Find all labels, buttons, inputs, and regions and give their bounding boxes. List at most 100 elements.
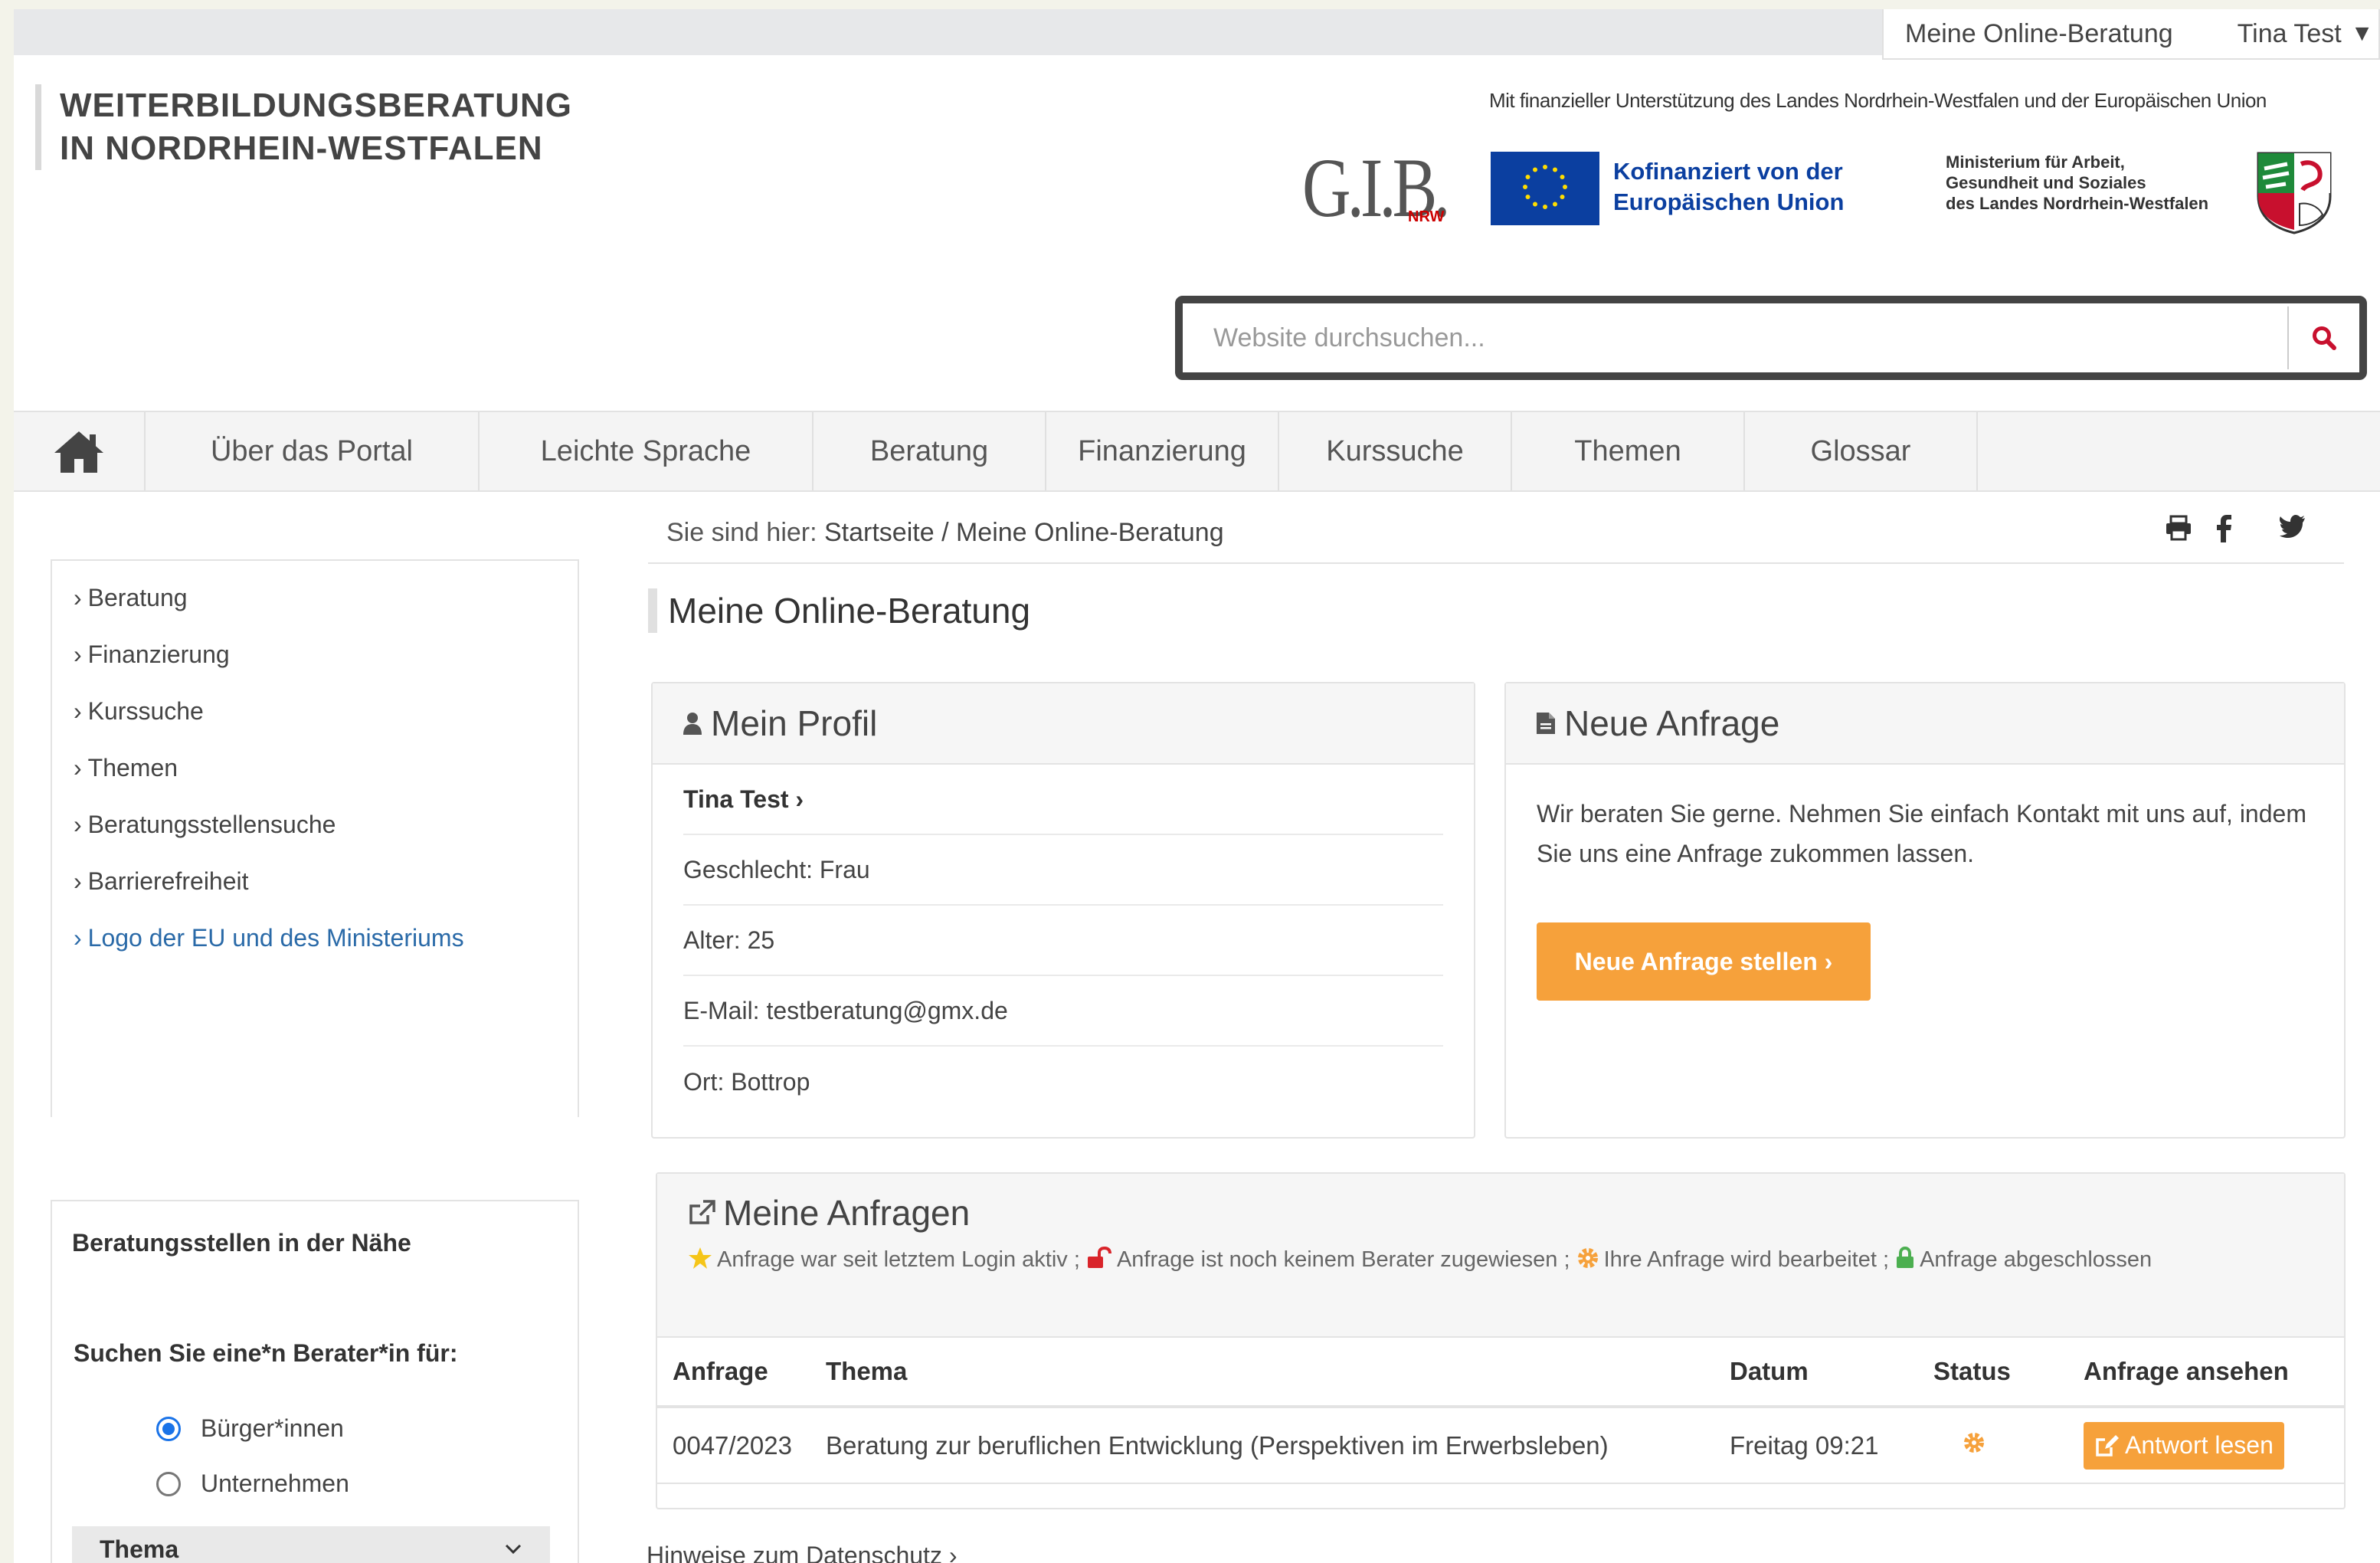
star-icon (689, 1247, 712, 1269)
site-search (1175, 296, 2367, 380)
site-logo-line2: IN NORDRHEIN-WESTFALEN (60, 129, 543, 167)
profile-email: E-Mail: testberatung@gmx.de (683, 976, 1443, 1047)
breadcrumb: Sie sind hier: Startseite / Meine Online… (666, 518, 1224, 548)
print-icon (2166, 515, 2191, 541)
nav-easy-language[interactable]: Leichte Sprache (480, 412, 814, 490)
new-request-text: Wir beraten Sie gerne. Nehmen Sie einfac… (1537, 800, 2306, 867)
nav-consulting[interactable]: Beratung (814, 412, 1046, 490)
external-link-icon (689, 1200, 715, 1224)
sidebar-item-eu-logo[interactable]: › Logo der EU und des Ministeriums (74, 924, 464, 952)
radio-companies-label: Unternehmen (201, 1470, 349, 1497)
sidebar-item-financing[interactable]: › Finanzierung (74, 641, 230, 669)
profile-city: Ort: Bottrop (683, 1067, 810, 1096)
new-request-card-header: Neue Anfrage (1506, 683, 2344, 765)
profile-name-link[interactable]: Tina Test › (683, 765, 1443, 835)
legend-star-text: Anfrage war seit letztem Login aktiv ; (717, 1247, 1080, 1272)
sidebar-item-counseling-center-search[interactable]: › Beratungsstellensuche (74, 811, 336, 839)
nav-about-portal[interactable]: Über das Portal (146, 412, 480, 490)
nav-course-search[interactable]: Kurssuche (1279, 412, 1512, 490)
column-view: Anfrage ansehen (2084, 1338, 2344, 1408)
profile-card-title: Mein Profil (711, 703, 878, 743)
sidebar-item-accessibility[interactable]: › Barrierefreiheit (74, 867, 249, 896)
topic-select-label: Thema (100, 1535, 179, 1563)
eu-cofinanced-text: Kofinanziert von der Europäischen Union (1613, 156, 1844, 218)
nav-financing[interactable]: Finanzierung (1046, 412, 1279, 490)
my-online-consulting-link[interactable]: Meine Online-Beratung (1905, 19, 2173, 49)
my-requests-header: Meine Anfragen Anfrage war seit letztem … (657, 1174, 2344, 1338)
profile-card: Mein Profil Tina Test › Geschlecht: Frau… (651, 682, 1475, 1139)
chevron-down-icon (505, 1544, 522, 1555)
gear-icon (1964, 1432, 1984, 1453)
legend-unlock-text: Anfrage ist noch keinem Berater zugewies… (1116, 1247, 1570, 1272)
read-answer-label: Antwort lesen (2125, 1431, 2274, 1459)
nearby-centers-title: Beratungsstellen in der Nähe (72, 1229, 411, 1257)
ministry-line3: des Landes Nordrhein-Westfalen (1946, 194, 2209, 213)
request-topic: Beratung zur beruflichen Entwicklung (Pe… (826, 1407, 1730, 1484)
print-button[interactable] (2165, 515, 2192, 545)
main-nav: Über das Portal Leichte Sprache Beratung… (14, 411, 2380, 492)
radio-companies-dot[interactable] (156, 1471, 181, 1496)
new-request-card-title: Neue Anfrage (1564, 703, 1780, 743)
unlock-icon (1087, 1247, 1111, 1268)
nearby-centers-subtitle: Suchen Sie eine*n Berater*in für: (74, 1339, 458, 1367)
funding-note: Mit finanzieller Unterstützung des Lande… (1489, 89, 2267, 112)
gear-icon (1577, 1248, 1598, 1268)
gib-logo-suffix: NRW (1408, 208, 1445, 225)
page-title: Meine Online-Beratung (648, 588, 1030, 633)
facebook-icon (2217, 515, 2231, 542)
site-logo[interactable]: WEITERBILDUNGSBERATUNG IN NORDRHEIN-WEST… (35, 84, 572, 170)
requests-table: Anfrage Thema Datum Status Anfrage anseh… (657, 1338, 2344, 1484)
eu-text-line2: Europäischen Union (1613, 188, 1845, 215)
profile-gender: Geschlecht: Frau (683, 835, 1443, 906)
legend-gear-text: Ihre Anfrage wird bearbeitet ; (1603, 1247, 1890, 1272)
sidebar-item-course-search[interactable]: › Kurssuche (74, 697, 204, 726)
radio-citizens-dot[interactable] (156, 1416, 181, 1441)
ministry-line2: Gesundheit und Soziales (1946, 173, 2146, 192)
user-icon (683, 713, 702, 735)
column-status: Status (1933, 1338, 2084, 1408)
new-request-card: Neue Anfrage Wir beraten Sie gerne. Nehm… (1504, 682, 2346, 1139)
radio-citizens-label: Bürger*innen (201, 1414, 344, 1442)
user-dropdown[interactable]: Tina Test ▼ (2238, 19, 2374, 49)
request-status (1933, 1407, 2084, 1484)
my-requests-title: Meine Anfragen (723, 1193, 971, 1233)
twitter-icon (2280, 515, 2305, 538)
caret-down-icon: ▼ (2350, 21, 2374, 46)
window-frame-left (0, 0, 14, 1563)
privacy-notice-link[interactable]: Hinweise zum Datenschutz › (647, 1542, 957, 1563)
request-date: Freitag 09:21 (1730, 1407, 1933, 1484)
read-answer-button[interactable]: Antwort lesen (2084, 1421, 2284, 1470)
status-legend: Anfrage war seit letztem Login aktiv ; A… (688, 1240, 2313, 1280)
new-request-button[interactable]: Neue Anfrage stellen › (1537, 922, 1871, 1001)
nav-home[interactable] (14, 412, 146, 490)
search-input[interactable] (1183, 307, 2287, 369)
sidebar-item-consulting[interactable]: › Beratung (74, 584, 188, 612)
legend-lock-text: Anfrage abgeschlossen (1920, 1247, 2152, 1272)
ministry-line1: Ministerium für Arbeit, (1946, 152, 2125, 172)
breadcrumb-prefix: Sie sind hier: (666, 518, 817, 547)
ministry-text: Ministerium für Arbeit, Gesundheit und S… (1946, 152, 2208, 214)
profile-age: Alter: 25 (683, 906, 1443, 976)
edit-icon (2096, 1434, 2119, 1457)
nrw-coat-of-arms-icon (2252, 149, 2336, 234)
twitter-share-button[interactable] (2280, 515, 2306, 542)
radio-citizens[interactable]: Bürger*innen (156, 1414, 344, 1443)
column-date: Datum (1730, 1338, 1933, 1408)
facebook-share-button[interactable] (2215, 515, 2232, 546)
breadcrumb-path[interactable]: Startseite / Meine Online-Beratung (824, 518, 1224, 547)
radio-companies[interactable]: Unternehmen (156, 1470, 349, 1498)
table-row: 0047/2023 Beratung zur beruflichen Entwi… (657, 1407, 2344, 1484)
eu-flag-icon (1491, 152, 1599, 225)
user-menu: Meine Online-Beratung Tina Test ▼ (1882, 9, 2380, 60)
nav-topics[interactable]: Themen (1512, 412, 1745, 490)
column-request: Anfrage (657, 1338, 826, 1408)
profile-card-header: Mein Profil (653, 683, 1474, 765)
window-frame-top (0, 0, 2380, 9)
home-icon (54, 431, 103, 473)
nav-glossary[interactable]: Glossar (1745, 412, 1978, 490)
topic-select[interactable]: Thema (72, 1526, 550, 1563)
request-action-cell: Antwort lesen (2084, 1407, 2344, 1484)
breadcrumb-divider (648, 562, 2344, 564)
search-button[interactable] (2287, 306, 2359, 369)
sidebar-item-topics[interactable]: › Themen (74, 754, 178, 782)
